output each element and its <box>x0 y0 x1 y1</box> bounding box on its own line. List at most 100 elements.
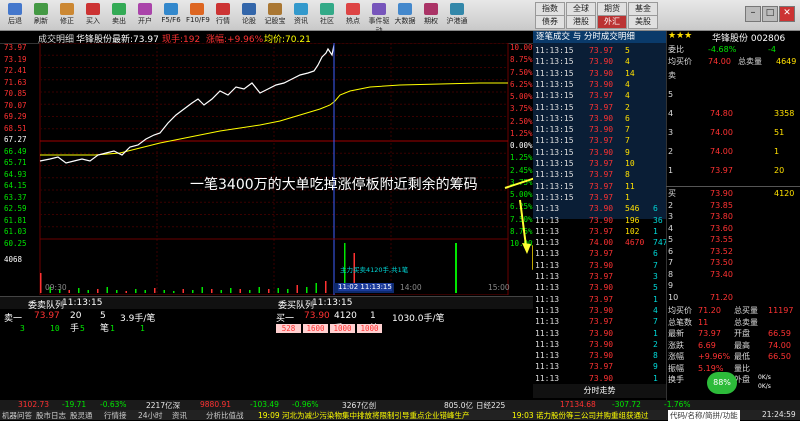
stat-cell: 66.59 <box>768 329 791 338</box>
news-ticker-1[interactable]: 19:09 河北为减少污染物集中排放将限制引导重点企业错峰生产 <box>258 410 470 421</box>
trade-row[interactable]: 11:13:15 73.90 7 <box>535 124 665 136</box>
news-ticker-2[interactable]: 19:03 诺力股份等三公司并购重组获通过 <box>512 410 649 421</box>
sell-level-row[interactable]: 2 74.00 1 <box>668 146 800 158</box>
trade-cell: 11:13:15 <box>535 57 574 67</box>
buy-queue-price: 73.90 <box>304 311 330 321</box>
sell-level-row[interactable]: 4 74.80 3358 <box>668 108 800 120</box>
status-nav-link[interactable]: 资讯 <box>172 410 187 421</box>
trade-row[interactable]: 11:13 73.90 1 <box>535 373 665 385</box>
nikkei-pct: -1.76% <box>664 400 691 409</box>
status-nav-link[interactable]: 行情接 <box>104 410 127 421</box>
buy-level-row[interactable]: 3 73.80 <box>668 211 800 223</box>
sell-queue-value: 1 <box>140 324 145 333</box>
trade-cell: 11:13:15 <box>535 46 574 55</box>
trade-row[interactable]: 11:13 73.97 102 1 <box>535 226 665 238</box>
trade-row[interactable]: 11:13 73.97 6 <box>535 248 665 260</box>
trade-row[interactable]: 11:13:15 73.90 14 <box>535 68 665 80</box>
buy-level-cell: 73.55 <box>710 235 733 244</box>
trade-cell: 73.97 <box>589 362 614 372</box>
clock: 21:24:59 <box>762 410 796 419</box>
buy-level-row[interactable]: 8 73.40 <box>668 269 800 281</box>
trade-cell: 7 <box>625 125 630 135</box>
buy-level-row[interactable]: 买 73.90 4120 <box>668 188 800 200</box>
trend-tab[interactable]: 分时走势 <box>533 384 666 398</box>
trade-row[interactable]: 11:13:15 73.90 4 <box>535 56 665 68</box>
trade-cell: 73.90 <box>589 113 614 123</box>
buy-level-cell: 73.90 <box>710 189 733 198</box>
buy-level-row[interactable]: 6 73.52 <box>668 246 800 258</box>
trade-row[interactable]: 11:13:15 73.97 7 <box>535 135 665 147</box>
buy-level-row[interactable]: 2 73.85 <box>668 200 800 212</box>
trade-row[interactable]: 11:13:15 73.90 6 <box>535 113 665 125</box>
trade-row[interactable]: 11:13 74.00 4670 747 <box>535 237 667 249</box>
buy-queue-value: 1600 <box>303 324 328 333</box>
status-nav-link[interactable]: 24小时 <box>138 410 163 421</box>
sell-level-row[interactable]: 卖 <box>668 70 800 82</box>
status-nav-link[interactable]: 分析比值战 <box>206 410 244 421</box>
sell-level-row[interactable]: 3 74.00 51 <box>668 127 800 139</box>
sell-queue-label: 卖一 <box>4 314 23 324</box>
buy-level-row[interactable]: 4 73.60 <box>668 223 800 235</box>
buy-level-row[interactable]: 9 <box>668 280 800 292</box>
trade-row[interactable]: 11:13 73.90 1 <box>535 328 665 340</box>
stat-cell: 均买价 <box>668 306 692 315</box>
trade-row[interactable]: 11:13 73.90 5 <box>535 282 665 294</box>
trade-row[interactable]: 11:13:15 73.97 2 <box>535 102 665 114</box>
sell-level-cell: 卖 <box>668 71 676 80</box>
search-box[interactable]: 代码/名称/简拼/功能 <box>668 410 740 421</box>
trade-cell: 2 <box>625 102 630 112</box>
trade-row[interactable]: 11:13 73.90 7 <box>535 260 665 272</box>
trade-cell: 11:13:15 <box>535 136 574 146</box>
sell-level-cell: 4 <box>668 109 674 118</box>
trade-cell: 5 <box>653 283 658 293</box>
stat-cell: 11197 <box>768 306 794 315</box>
trade-row[interactable]: 11:13 73.97 3 <box>535 271 665 283</box>
buy-level-row[interactable]: 10 71.20 <box>668 292 800 304</box>
trade-row[interactable]: 11:13 73.97 9 <box>535 361 665 373</box>
trade-row[interactable]: 11:13:15 73.90 9 <box>535 147 665 159</box>
trade-row[interactable]: 11:13:15 73.90 4 <box>535 79 665 91</box>
stat-cell: 66.50 <box>768 352 791 361</box>
junjia-row: 均买价 74.00 总卖量 4649 <box>668 56 800 68</box>
buy-queue-value: 1000 <box>330 324 355 333</box>
trade-row[interactable]: 11:13 73.90 4 <box>535 305 665 317</box>
trade-cell: 73.90 <box>589 147 614 157</box>
trade-row[interactable]: 11:13 73.90 8 <box>535 350 665 362</box>
status-nav-link[interactable]: 股市日志 <box>36 410 66 421</box>
trade-row[interactable]: 11:13:15 73.97 1 <box>535 192 665 204</box>
trade-list-title[interactable]: 逐笔成交 与 分时成交明细 <box>533 31 666 43</box>
trade-row[interactable]: 11:13 73.90 2 <box>535 339 665 351</box>
status-nav-link[interactable]: 机器问答 <box>2 410 32 421</box>
trade-row[interactable]: 11:13 73.90 196 36 <box>535 215 665 227</box>
buy-level-row[interactable]: 5 73.55 <box>668 234 800 246</box>
trade-cell: 11:13:15 <box>535 159 574 168</box>
trade-row[interactable]: 11:13:15 73.97 5 <box>535 45 665 57</box>
trade-row[interactable]: 11:13 73.97 1 <box>535 294 665 306</box>
stat-row: 涨幅 +9.96% 最低 66.50 <box>668 351 800 363</box>
buy-level-row[interactable]: 7 73.50 <box>668 257 800 269</box>
trade-row[interactable]: 11:13:15 73.97 8 <box>535 169 665 181</box>
trade-row[interactable]: 11:13:15 73.97 4 <box>535 90 665 102</box>
trade-cell: 73.97 <box>589 192 614 202</box>
trade-row[interactable]: 11:13 73.90 546 6 <box>535 203 665 215</box>
stat-cell: 量比 <box>734 363 750 373</box>
trade-cell: 9 <box>653 362 658 372</box>
sell-queue-value: 3 <box>20 324 25 333</box>
buy-level-cell: 5 <box>668 235 674 244</box>
trade-cell: 73.97 <box>589 294 614 304</box>
status-nav-link[interactable]: 股灵通 <box>70 410 93 421</box>
trade-cell: 11:13 <box>535 362 560 372</box>
trade-cell: 11:13:15 <box>535 79 574 89</box>
sell-level-row[interactable]: 5 <box>668 89 800 101</box>
sell-queue-value: 10 <box>50 324 60 333</box>
stat-cell: 总笔数 <box>668 317 692 327</box>
stat-row: 最新 73.97 开盘 66.59 <box>668 328 800 340</box>
trade-row[interactable]: 11:13:15 73.97 11 <box>535 181 665 193</box>
trade-cell: 11:13:15 <box>535 91 574 101</box>
sell-queue-title: 委卖队列 <box>28 301 65 311</box>
sell-level-cell: 3358 <box>774 109 795 118</box>
nikkei-index: 17134.68 <box>560 400 596 409</box>
trade-row[interactable]: 11:13 73.97 7 <box>535 316 665 328</box>
sell-level-row[interactable]: 1 73.97 20 <box>668 165 800 177</box>
trade-row[interactable]: 11:13:15 73.97 10 <box>535 158 665 170</box>
